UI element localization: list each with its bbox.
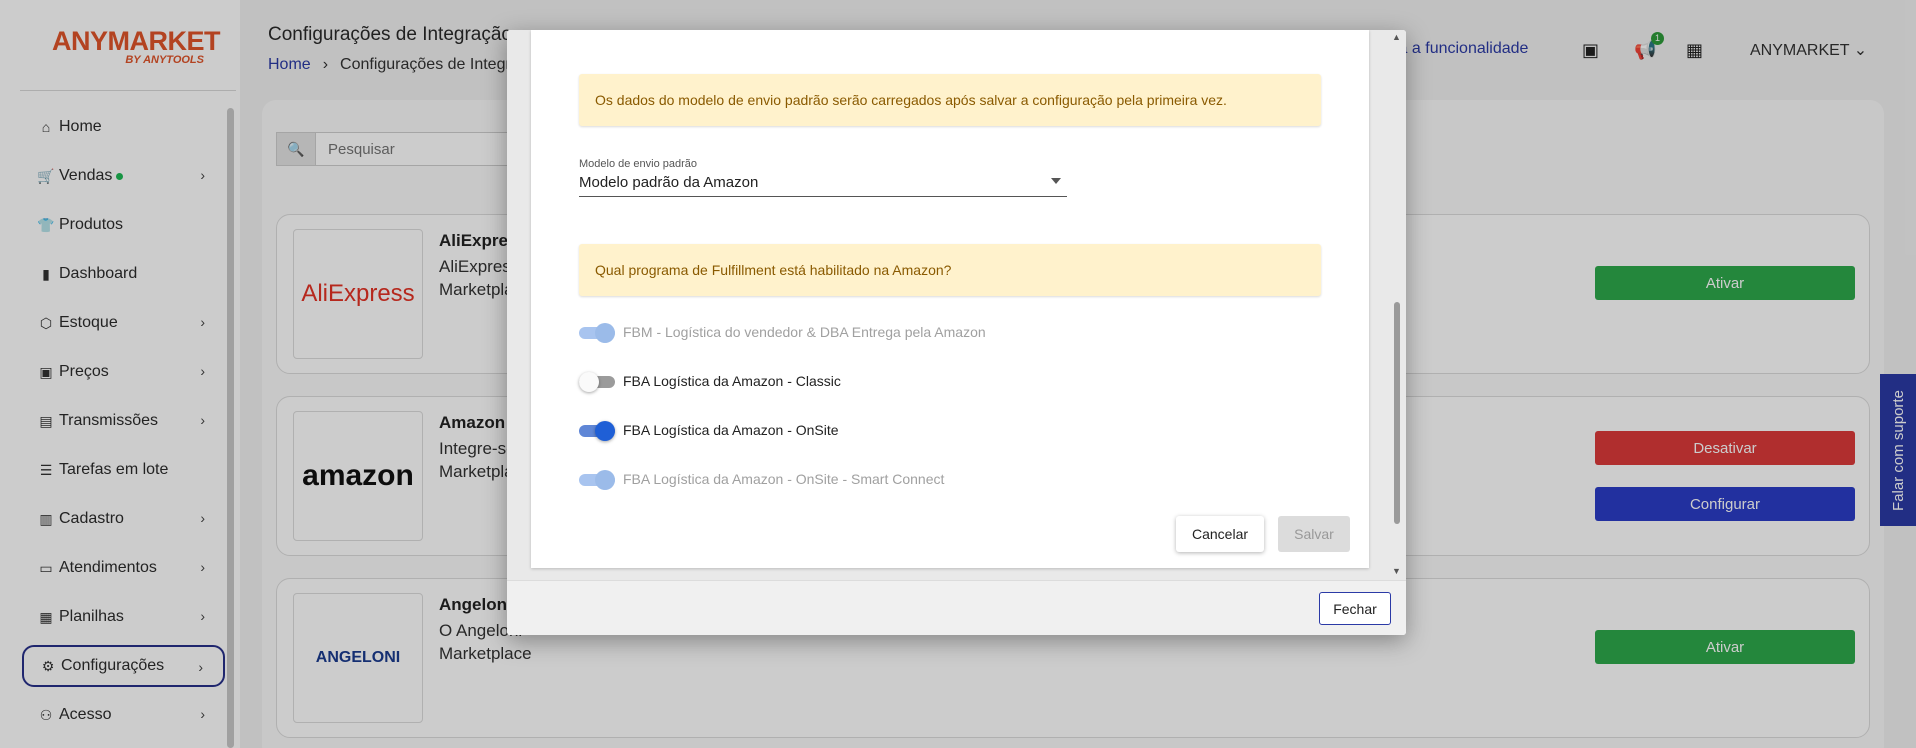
fulfillment-question-alert: Qual programa de Fulfillment está habili… [579, 244, 1321, 296]
shipping-model-value[interactable]: Modelo padrão da Amazon [579, 174, 1067, 197]
toggle-knob [579, 372, 599, 392]
fba-smart-connect-toggle[interactable] [579, 468, 615, 490]
save-button[interactable]: Salvar [1278, 516, 1350, 552]
toggle-row-fba-onsite: FBA Logística da Amazon - OnSite [579, 418, 839, 442]
caret-down-icon [1051, 178, 1061, 184]
toggle-row-fbm: FBM - Logística do vendedor & DBA Entreg… [579, 320, 986, 344]
shipping-model-value-text: Modelo padrão da Amazon [579, 174, 759, 191]
modal-scrollbar[interactable]: ▲ ▼ [1391, 30, 1403, 580]
fbm-toggle[interactable] [579, 321, 615, 343]
modal-body: Os dados do modelo de envio padrão serão… [507, 30, 1406, 580]
cancel-button[interactable]: Cancelar [1176, 516, 1264, 552]
toggle-row-fba-classic: FBA Logística da Amazon - Classic [579, 369, 841, 393]
amazon-config-modal: Os dados do modelo de envio padrão serão… [507, 30, 1406, 635]
shipping-model-label: Modelo de envio padrão [579, 158, 698, 170]
toggle-knob [595, 323, 615, 343]
fba-smart-connect-toggle-label: FBA Logística da Amazon - OnSite - Smart… [623, 471, 945, 487]
toggle-row-fba-smart-connect: FBA Logística da Amazon - OnSite - Smart… [579, 467, 944, 491]
scroll-down-arrow-icon[interactable]: ▼ [1392, 566, 1401, 576]
toggle-knob [595, 470, 615, 490]
toggle-knob [595, 421, 615, 441]
shipping-model-select[interactable]: Modelo de envio padrão Modelo padrão da … [579, 158, 1067, 197]
scrollbar-thumb[interactable] [1394, 302, 1400, 524]
fba-onsite-toggle[interactable] [579, 419, 615, 441]
fba-classic-toggle[interactable] [579, 370, 615, 392]
fba-classic-toggle-label: FBA Logística da Amazon - Classic [623, 373, 841, 389]
fba-onsite-toggle-label: FBA Logística da Amazon - OnSite [623, 422, 839, 438]
info-alert-text: Os dados do modelo de envio padrão serão… [595, 92, 1227, 108]
scroll-up-arrow-icon[interactable]: ▲ [1392, 32, 1401, 42]
modal-footer: Fechar [507, 580, 1406, 635]
config-form-card: Os dados do modelo de envio padrão serão… [531, 30, 1369, 568]
fulfillment-question-text: Qual programa de Fulfillment está habili… [595, 262, 952, 278]
close-button[interactable]: Fechar [1319, 592, 1391, 625]
info-alert: Os dados do modelo de envio padrão serão… [579, 74, 1321, 126]
fbm-toggle-label: FBM - Logística do vendedor & DBA Entreg… [623, 324, 986, 340]
